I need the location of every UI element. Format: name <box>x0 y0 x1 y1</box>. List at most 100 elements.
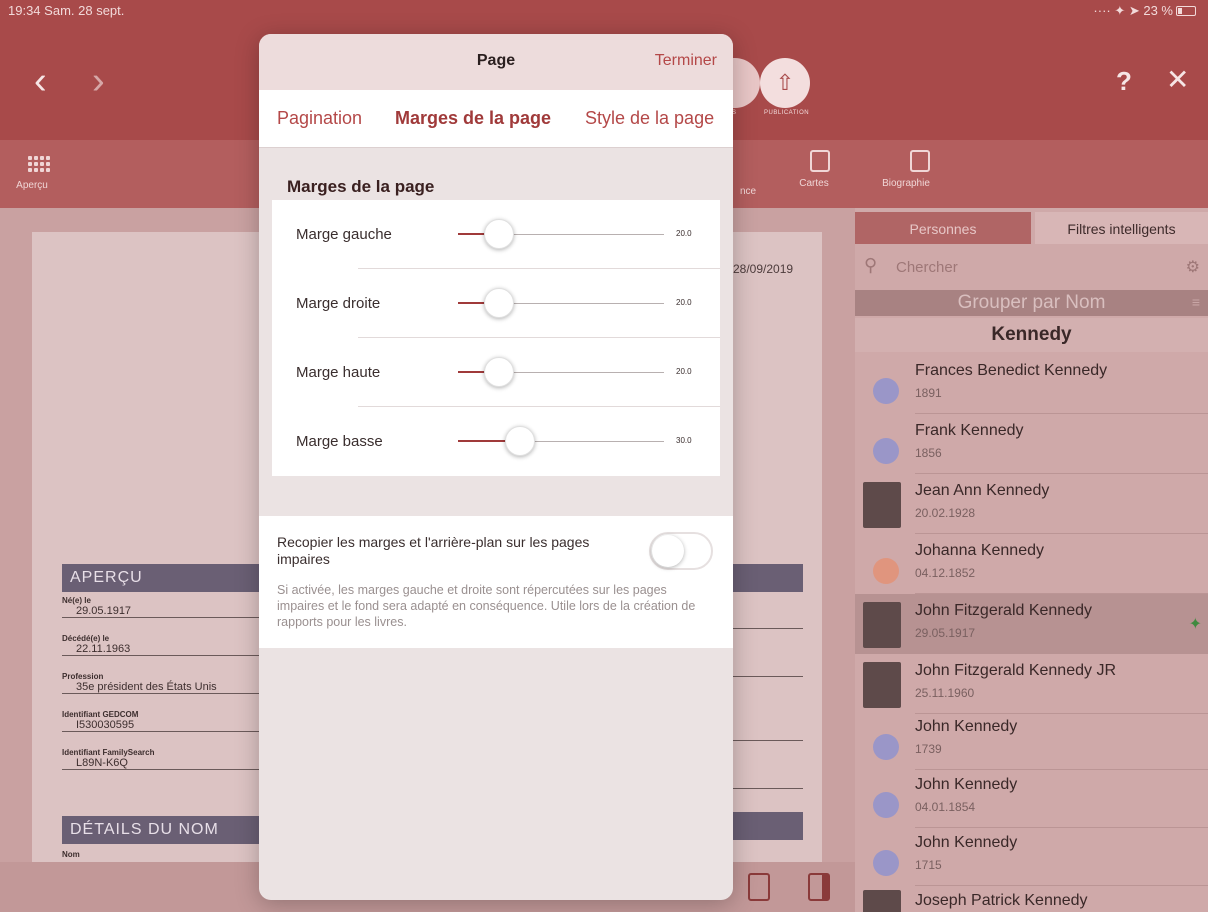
person-date: 29.05.1917 <box>915 626 976 640</box>
toolbar-biographie[interactable]: Biographie <box>882 150 930 189</box>
close-button[interactable]: ✕ <box>1166 66 1189 94</box>
person-row[interactable]: John Kennedy 1715 <box>855 826 1208 886</box>
person-date: 1891 <box>915 386 942 400</box>
publication-button[interactable]: ⇧ <box>760 58 810 108</box>
person-date: 04.12.1852 <box>915 566 976 580</box>
field-familysearch: Identifiant FamilySearch L89N-K6Q <box>62 748 262 770</box>
field-value: L89N-K6Q <box>76 757 128 769</box>
person-row[interactable]: Johanna Kennedy 04.12.1852 <box>855 534 1208 594</box>
help-button[interactable]: ? <box>1116 68 1132 94</box>
person-row[interactable]: Jean Ann Kennedy 20.02.1928 <box>855 474 1208 534</box>
toolbar-cartes[interactable]: Cartes <box>798 150 830 189</box>
slider-knob[interactable] <box>484 288 515 318</box>
person-row[interactable]: John Kennedy 04.01.1854 <box>855 768 1208 828</box>
slider-label: Marge gauche <box>296 226 392 243</box>
toolbar-biographie-label: Biographie <box>882 178 930 189</box>
page-settings-modal: Page Terminer Pagination Marges de la pa… <box>259 34 733 900</box>
person-date: 1715 <box>915 858 942 872</box>
field-label: Décédé(e) le <box>62 634 110 643</box>
toolbar-cartes-label: Cartes <box>799 178 829 189</box>
document-settings-icon[interactable] <box>748 873 770 901</box>
slider-value: 20.0 <box>676 367 692 376</box>
field-value: I530030595 <box>76 719 135 731</box>
modal-tabs: Pagination Marges de la page Style de la… <box>259 90 733 148</box>
tab-style[interactable]: Style de la page <box>585 108 714 129</box>
person-row[interactable]: John Kennedy 1739 <box>855 710 1208 770</box>
sort-icon[interactable]: ≡ <box>1192 294 1200 310</box>
tab-marges[interactable]: Marges de la page <box>395 108 551 129</box>
document-bar <box>733 812 803 840</box>
person-name: John Kennedy <box>915 834 1018 851</box>
search-icon: ⚲ <box>864 255 878 275</box>
avatar <box>873 558 899 584</box>
person-date: 1856 <box>915 446 942 460</box>
margins-card: Marge gauche 20.0 Marge droite 20.0 Marg… <box>272 200 720 476</box>
search-placeholder: Chercher <box>896 259 958 276</box>
mirror-margins-card: Recopier les marges et l'arrière-plan su… <box>259 516 733 648</box>
toggle-description: Si activée, les marges gauche et droite … <box>277 583 696 629</box>
forward-button[interactable]: › <box>92 62 105 100</box>
slider-knob[interactable] <box>504 426 535 456</box>
sidebar-tabs: Personnes Filtres intelligents <box>855 212 1208 244</box>
person-row[interactable]: John Fitzgerald Kennedy JR 25.11.1960 <box>855 654 1208 714</box>
slider-row: Marge gauche 20.0 <box>272 200 720 269</box>
person-date: 25.11.1960 <box>915 686 975 700</box>
tab-personnes[interactable]: Personnes <box>855 212 1031 244</box>
status-bar: 19:34 Sam. 28 sept. ···· ✦ ➤ 23 % <box>0 0 1208 22</box>
person-row-selected[interactable]: John Fitzgerald Kennedy 29.05.1917 ✦ <box>855 594 1208 654</box>
document-date: 28/09/2019 <box>733 262 794 276</box>
person-date: 20.02.1928 <box>915 506 976 520</box>
toggle-knob[interactable] <box>652 535 684 567</box>
document-line <box>733 740 803 741</box>
person-name: John Kennedy <box>915 776 1018 793</box>
slider-label: Marge basse <box>296 433 383 450</box>
avatar <box>873 438 899 464</box>
avatar <box>873 378 899 404</box>
status-right: ···· ✦ ➤ 23 % <box>1093 3 1196 19</box>
avatar-photo <box>863 602 901 648</box>
slider-knob[interactable] <box>484 219 515 249</box>
field-label: Identifiant FamilySearch <box>62 748 155 757</box>
upload-icon: ⇧ <box>775 70 795 95</box>
search-input[interactable]: ⚲ Chercher ⚙ <box>864 255 1204 281</box>
person-row[interactable]: Joseph Patrick Kennedy <box>855 884 1208 912</box>
back-button[interactable]: ‹ <box>34 62 47 100</box>
gear-icon[interactable]: ⚙ <box>1186 257 1200 277</box>
person-row[interactable]: Frank Kennedy 1856 <box>855 414 1208 474</box>
field-gedcom: Identifiant GEDCOM I530030595 <box>62 710 262 732</box>
person-name: Johanna Kennedy <box>915 542 1044 559</box>
done-button[interactable]: Terminer <box>655 52 717 70</box>
battery-icon <box>1176 6 1196 16</box>
field-value: 35e président des États Unis <box>76 681 217 693</box>
nom-label: Nom <box>62 850 80 859</box>
field-value: 29.05.1917 <box>76 605 132 617</box>
field-profession: Profession 35e président des États Unis <box>62 672 262 694</box>
person-name: Frank Kennedy <box>915 422 1024 439</box>
slider-label: Marge haute <box>296 364 381 381</box>
person-row[interactable]: Frances Benedict Kennedy 1891 <box>855 354 1208 414</box>
slider-value: 20.0 <box>676 229 692 238</box>
tree-leaf-icon: ✦ <box>1188 616 1202 633</box>
avatar <box>873 850 899 876</box>
person-name: John Kennedy <box>915 718 1018 735</box>
avatar-photo <box>863 890 901 912</box>
details-header: DÉTAILS DU NOM <box>62 816 262 844</box>
toolbar-partial[interactable]: nce <box>740 186 756 197</box>
field-death: Décédé(e) le 22.11.1963 <box>62 634 262 656</box>
tab-filtres[interactable]: Filtres intelligents <box>1035 212 1208 244</box>
slider-knob[interactable] <box>484 357 515 387</box>
field-birth: Né(e) le 29.05.1917 <box>62 596 262 618</box>
field-label: Identifiant GEDCOM <box>62 710 139 719</box>
tab-pagination[interactable]: Pagination <box>277 108 362 129</box>
toolbar-apercu[interactable]: Aperçu <box>14 156 50 191</box>
section-title: Marges de la page <box>287 177 435 196</box>
person-date: 1739 <box>915 742 942 756</box>
mirror-margins-toggle[interactable] <box>649 532 713 570</box>
slider-label: Marge droite <box>296 295 381 312</box>
person-name: John Fitzgerald Kennedy JR <box>915 662 1116 679</box>
modal-header: Page Terminer <box>259 34 733 90</box>
avatar <box>873 792 899 818</box>
person-name: John Fitzgerald Kennedy <box>915 602 1092 619</box>
group-by-bar[interactable]: Grouper par Nom ≡ <box>855 290 1208 316</box>
sidebar-toggle-icon[interactable] <box>808 873 830 901</box>
